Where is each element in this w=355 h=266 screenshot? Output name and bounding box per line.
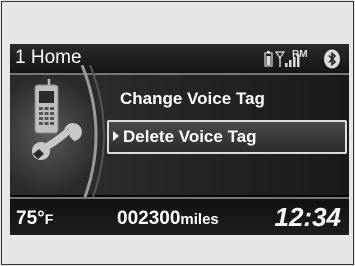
battery-icon [264,51,273,67]
bluetooth-icon [324,49,340,69]
display-screen: 1 Home RM Change Voice Tag Delete Voice … [10,44,349,235]
status-icons: RM [263,48,345,70]
menu-panel: Change Voice Tag Delete Voice Tag [10,65,349,205]
menu-item-label: Change Voice Tag [120,89,265,108]
selection-pointer-icon [113,131,119,141]
page-frame: 1 Home RM Change Voice Tag Delete Voice … [1,1,354,265]
menu-item-change-voice-tag[interactable]: Change Voice Tag [102,84,349,114]
roaming-indicator: RM [292,49,308,60]
page-title: 1 Home [15,47,82,68]
menu-item-label: Delete Voice Tag [123,127,257,146]
clock: 12:34 [274,202,342,232]
phone-settings-icon [32,79,82,160]
header-bar: 1 Home RM [10,44,349,75]
outside-temperature: 75°F [16,208,54,229]
menu-item-delete-voice-tag[interactable]: Delete Voice Tag [107,120,347,154]
odometer: 002300miles [117,208,219,229]
footer-bar: 75°F 002300miles 12:34 [10,197,349,235]
